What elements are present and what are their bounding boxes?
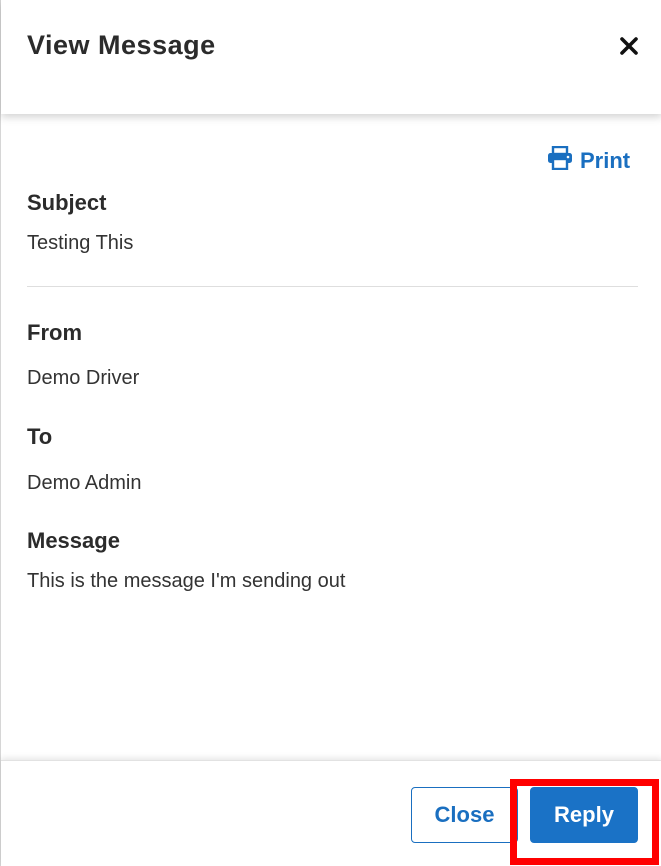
message-value: This is the message I'm sending out [27, 570, 346, 592]
divider [27, 286, 638, 287]
to-label: To [27, 424, 53, 449]
from-label: From [27, 320, 82, 345]
printer-icon [547, 145, 573, 176]
reply-button[interactable]: Reply [530, 787, 638, 843]
modal-header: View Message [1, 0, 661, 114]
modal-title: View Message [27, 30, 216, 60]
print-label: Print [580, 148, 631, 173]
subject-label: Subject [27, 190, 107, 215]
view-message-modal: View Message Print Subject Testing This … [0, 0, 661, 866]
subject-value: Testing This [27, 232, 134, 254]
from-value: Demo Driver [27, 367, 140, 389]
close-button[interactable]: Close [411, 787, 518, 843]
modal-footer: Close Reply [1, 760, 661, 866]
modal-body: Print Subject Testing This From Demo Dri… [1, 114, 661, 760]
to-value: Demo Admin [27, 472, 142, 494]
print-button[interactable]: Print [547, 145, 631, 176]
message-label: Message [27, 528, 120, 553]
close-icon[interactable] [617, 34, 641, 58]
